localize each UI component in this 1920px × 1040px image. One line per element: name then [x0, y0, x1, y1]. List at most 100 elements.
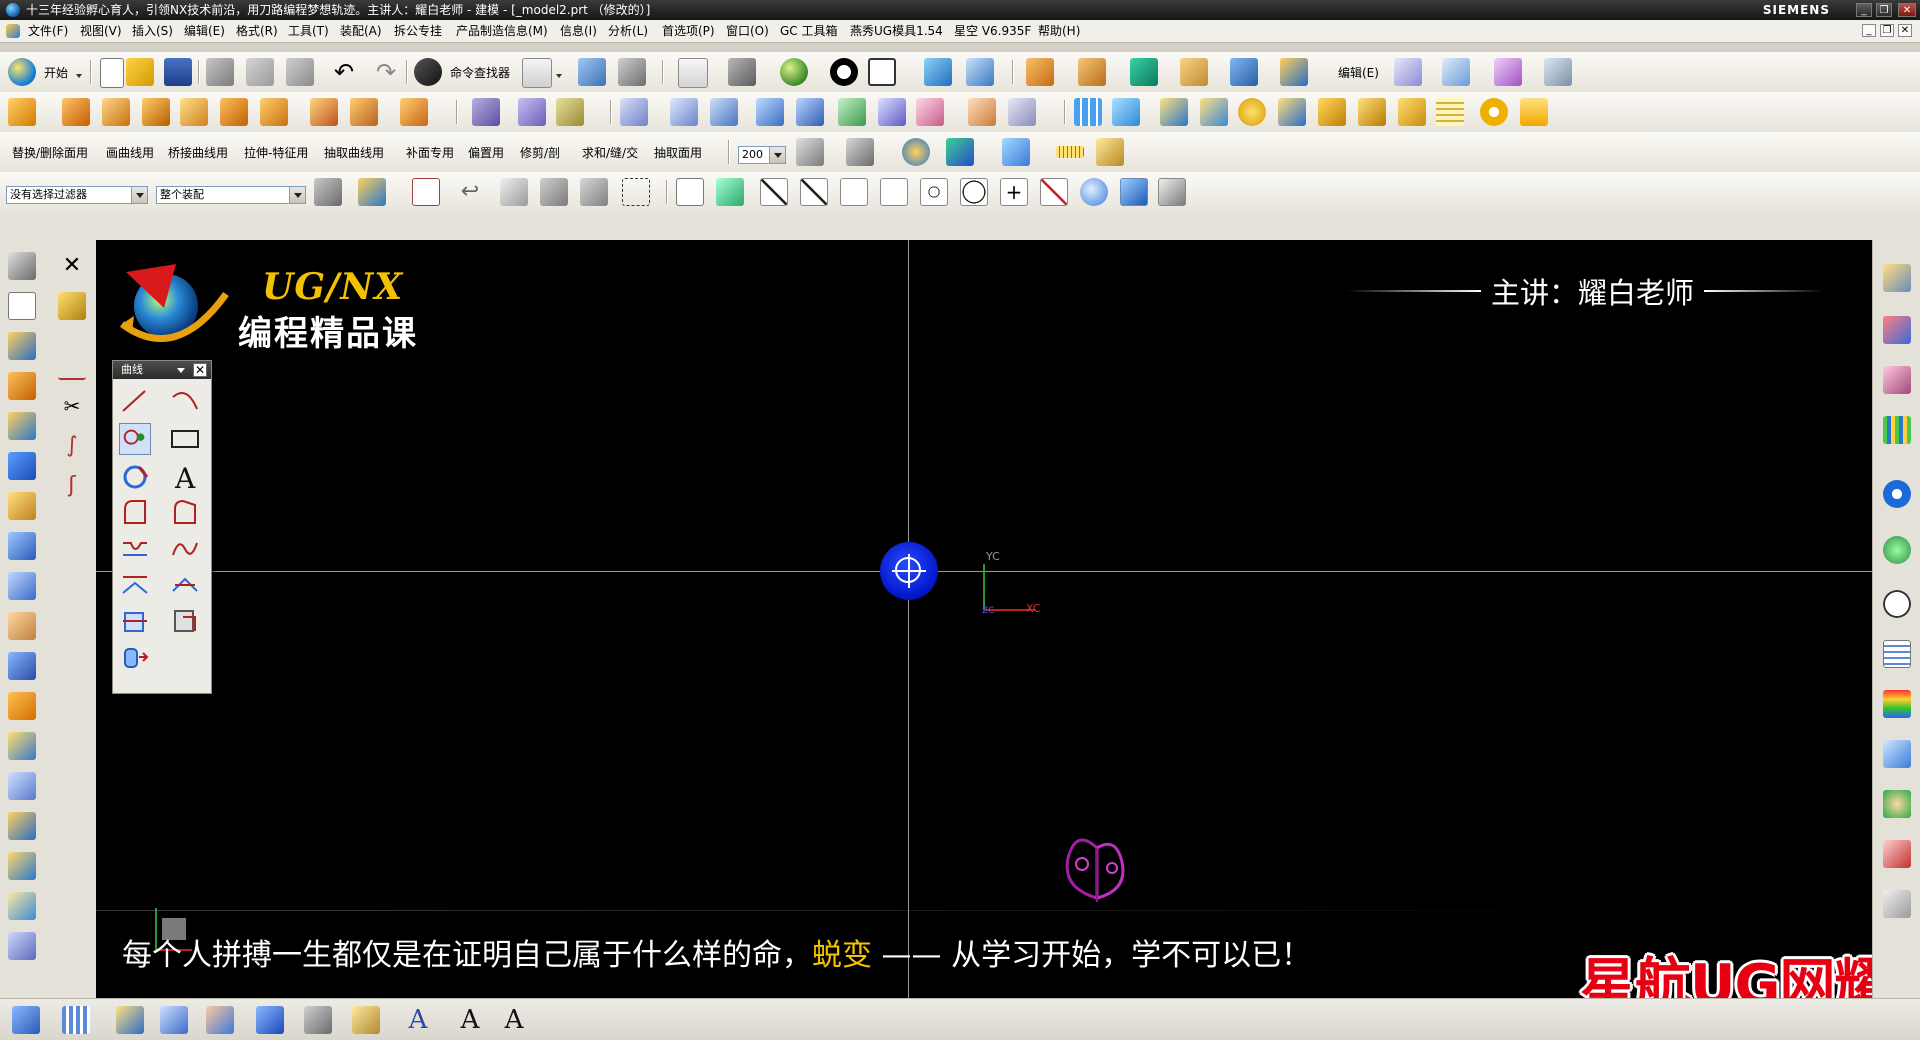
snap-intersect-icon[interactable] [880, 178, 908, 206]
hole-icon[interactable] [142, 98, 170, 126]
layer-icon[interactable] [304, 1006, 332, 1034]
analysis-icon[interactable] [946, 138, 974, 166]
snap-center-icon[interactable] [920, 178, 948, 206]
extrude-icon[interactable] [8, 98, 36, 126]
undo-selection-icon[interactable]: ↩ [456, 178, 484, 206]
menu-info[interactable]: 信息(I) [560, 23, 597, 39]
trim-curve-icon[interactable]: ✂ [58, 392, 86, 420]
line-icon[interactable] [119, 385, 151, 417]
extract-curve-icon[interactable] [169, 605, 201, 637]
menu-file[interactable]: 文件(F) [28, 23, 68, 39]
delete-face-icon[interactable] [400, 98, 428, 126]
select-crosshair-icon[interactable] [412, 178, 440, 206]
drafting-view-icon[interactable] [12, 1006, 40, 1034]
pattern-icon[interactable] [1078, 58, 1106, 86]
text-style-icon[interactable]: A [404, 1006, 432, 1034]
snap-tools-icon[interactable] [1158, 178, 1186, 206]
roles-icon[interactable] [1883, 790, 1911, 818]
render-sphere-icon[interactable] [780, 58, 808, 86]
menu-app-icon[interactable] [6, 24, 20, 38]
draft-icon[interactable] [8, 652, 36, 680]
trim-sheet-icon[interactable] [8, 932, 36, 960]
wrap-curve-icon[interactable] [119, 641, 151, 673]
menu-insert[interactable]: 插入(S) [132, 23, 173, 39]
background-icon[interactable] [868, 58, 896, 86]
mdi-restore-button[interactable]: ❐ [1880, 24, 1894, 37]
snap-point-on-curve-icon[interactable] [800, 178, 828, 206]
revolve-side-icon[interactable] [8, 412, 36, 440]
tool-extract-face[interactable]: 抽取面用 [654, 144, 702, 161]
helix-icon[interactable]: ʃ [58, 472, 86, 500]
reuse-library-icon[interactable] [1883, 416, 1911, 444]
constraint-navigator-icon[interactable] [1883, 316, 1911, 344]
tool-bridge-curve[interactable]: 桥接曲线用 [168, 144, 228, 161]
boss-icon[interactable] [180, 98, 208, 126]
text-tool-icon[interactable]: A [169, 461, 201, 493]
n-sided-icon[interactable] [796, 98, 824, 126]
mirror-icon[interactable] [8, 772, 36, 800]
fit-view-dropdown-icon[interactable] [556, 74, 562, 78]
dimension-icon[interactable] [62, 1006, 90, 1034]
layer-settings-icon[interactable] [796, 138, 824, 166]
extension-icon[interactable] [916, 98, 944, 126]
menu-pmi[interactable]: 产品制造信息(M) [456, 23, 548, 39]
web-browser-icon[interactable] [1883, 480, 1911, 508]
menu-gc-toolkit[interactable]: GC 工具箱 [780, 23, 838, 39]
assembly-navigator-icon[interactable] [1883, 264, 1911, 292]
resource-extra-icon[interactable] [1883, 890, 1911, 918]
insert-icon[interactable] [1398, 98, 1426, 126]
undo-icon[interactable]: ↶ [330, 58, 358, 86]
zoom-icon[interactable] [678, 58, 708, 88]
angle-measure-icon[interactable] [1096, 138, 1124, 166]
close-button[interactable]: ✕ [1898, 3, 1916, 17]
menu-view[interactable]: 视图(V) [80, 23, 122, 39]
clock-icon[interactable] [1883, 590, 1911, 618]
chevron-down-icon[interactable] [289, 187, 305, 203]
palette-icon[interactable] [1883, 690, 1911, 718]
chevron-down-icon[interactable] [177, 368, 185, 373]
intersect-icon[interactable] [8, 892, 36, 920]
edit-menu-label[interactable]: 编辑(E) [1338, 64, 1379, 81]
clip-view-icon[interactable] [966, 58, 994, 86]
snap-endpoint-icon[interactable] [676, 178, 704, 206]
cross-curve-icon[interactable]: ✕ [58, 252, 86, 280]
start-icon[interactable] [8, 58, 36, 86]
menu-tools[interactable]: 工具(T) [288, 23, 329, 39]
join-curve-icon[interactable] [169, 533, 201, 565]
shaded-icon[interactable] [728, 58, 756, 86]
mold-base-icon[interactable] [1160, 98, 1188, 126]
part-navigator-icon[interactable] [1026, 58, 1054, 86]
menu-window[interactable]: 窗口(O) [726, 23, 769, 39]
mdi-close-button[interactable]: ✕ [1898, 24, 1912, 37]
ejector-pin-icon[interactable] [1200, 98, 1228, 126]
pocket-icon[interactable] [220, 98, 248, 126]
rectangle-tool-icon[interactable] [169, 423, 201, 455]
snap-line-icon[interactable] [760, 178, 788, 206]
hd3d-tools-icon[interactable] [1883, 840, 1911, 868]
minimize-button[interactable]: _ [1856, 3, 1872, 17]
section-curve-icon[interactable] [119, 605, 151, 637]
unite-icon[interactable] [8, 812, 36, 840]
snap-quadrant-icon[interactable] [960, 178, 988, 206]
selection-filter-select[interactable]: 没有选择过滤器 [6, 186, 148, 204]
tool-offset[interactable]: 偏置用 [468, 144, 504, 161]
view-section-icon[interactable] [256, 1006, 284, 1034]
chevron-down-icon[interactable] [769, 147, 785, 163]
part-navigator-side-icon[interactable] [1883, 366, 1911, 394]
through-mesh-icon[interactable] [710, 98, 738, 126]
edit-surface-icon[interactable] [1442, 58, 1470, 86]
bom-icon[interactable] [1436, 98, 1464, 126]
view-layout-icon[interactable] [618, 58, 646, 86]
polygon-icon[interactable] [119, 461, 151, 493]
revolve-icon[interactable] [62, 98, 90, 126]
save-icon[interactable] [164, 58, 192, 86]
menu-help[interactable]: 帮助(H) [1038, 23, 1080, 39]
cut-icon[interactable] [206, 58, 234, 86]
trim-body-icon[interactable] [310, 98, 338, 126]
rectangle-icon[interactable] [8, 292, 36, 320]
object-display-icon[interactable] [846, 138, 874, 166]
note-icon[interactable] [116, 1006, 144, 1034]
assembly-icon[interactable] [1180, 58, 1208, 86]
start-dropdown-icon[interactable] [76, 74, 82, 78]
paste-icon[interactable] [286, 58, 314, 86]
